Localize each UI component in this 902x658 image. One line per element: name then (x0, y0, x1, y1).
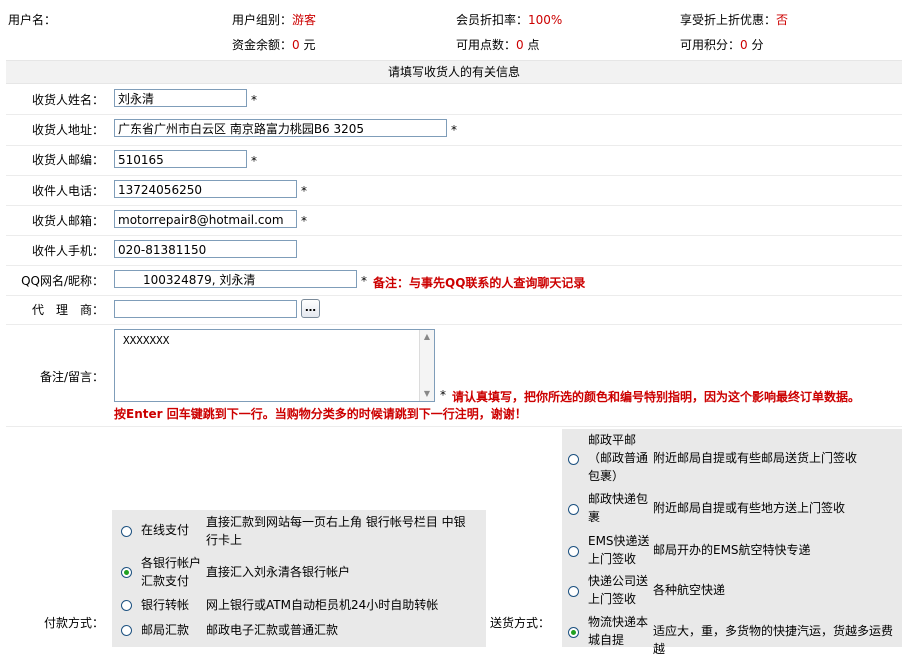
score-value: 0 (740, 38, 748, 52)
receiver-zip-input[interactable]: 510165 (114, 150, 247, 168)
row-divider (6, 265, 902, 266)
scroll-down-icon[interactable]: ▼ (420, 387, 434, 401)
required-mark: * (251, 154, 257, 168)
shipping-radio-courier[interactable] (568, 586, 579, 597)
payment-option-desc: 直接汇款到网站每一页右上角 银行帐号栏目 中银行卡上 (206, 515, 466, 547)
payment-option-desc: 网上银行或ATM自动柜员机24小时自助转帐 (206, 598, 439, 612)
user-group-label: 用户组别： (232, 13, 293, 27)
points-unit: 点 (527, 38, 540, 52)
agent-picker-button[interactable]: … (301, 299, 320, 318)
receiver-zip-label: 收货人邮编： (31, 153, 104, 167)
points-label: 可用点数： (456, 38, 517, 52)
points-value: 0 (516, 38, 524, 52)
shipping-option-label: 物流快递本城自提 (588, 615, 649, 647)
payment-option-label: 邮局汇款 (141, 623, 190, 637)
shipping-option-desc: 附近邮局自提或有些邮局送货上门签收 (653, 451, 858, 465)
receiver-name-input[interactable]: 刘永清 (114, 89, 247, 107)
agent-input[interactable] (114, 300, 297, 318)
payment-option-desc: 直接汇入刘永清各银行帐户 (206, 565, 351, 579)
balance: 资金余额：0 元 (232, 36, 316, 53)
required-mark: * (301, 184, 307, 198)
payment-radio-transfer[interactable] (121, 600, 132, 611)
score-label: 可用积分： (680, 38, 741, 52)
shipping-radio-logistics[interactable] (568, 627, 579, 638)
account-summary: 用户名： 用户组别：游客 会员折扣率：100% 享受折上折优惠：否 资金余额：0… (0, 0, 902, 60)
row-divider (6, 114, 902, 115)
user-group-value: 游客 (292, 13, 317, 27)
payment-radio-online[interactable] (121, 526, 132, 537)
shipping-radio-postal-express[interactable] (568, 504, 579, 515)
remark-label: 备注/留言： (39, 370, 104, 384)
balance-label: 资金余额： (232, 38, 293, 52)
receiver-phone-label: 收件人电话： (31, 184, 104, 198)
remark-enter-hint: 按Enter 回车键跳到下一行。当购物分类多的时候请跳到下一行注明，谢谢！ (114, 407, 527, 421)
payment-label: 付款方式： (43, 616, 104, 630)
payment-radio-postal[interactable] (121, 625, 132, 636)
remark-scrollbar[interactable]: ▲ ▼ (419, 330, 434, 401)
receiver-email-label: 收货人邮箱： (31, 214, 104, 228)
payment-option-label: 银行转帐 (141, 598, 190, 612)
username-label: 用户名： (8, 13, 57, 27)
payment-radio-bank-account[interactable] (121, 567, 132, 578)
required-mark: * (251, 93, 257, 107)
extra-discount-label: 享受折上折优惠： (680, 13, 777, 27)
extra-discount-value: 否 (776, 13, 789, 27)
required-mark: * (440, 388, 446, 402)
balance-unit: 元 (303, 38, 316, 52)
shipping-option-desc: 适应大，重，多货物的快捷汽运，货越多运费越 (653, 624, 894, 656)
receiver-mobile-label: 收件人手机： (31, 244, 104, 258)
payment-option-desc: 邮政电子汇款或普通汇款 (206, 623, 339, 637)
user-group: 用户组别：游客 (232, 11, 316, 28)
row-divider (6, 145, 902, 146)
extra-discount: 享受折上折优惠：否 (680, 11, 788, 28)
shipping-option-label: 邮政快递包裹 (588, 492, 649, 524)
payment-option-label: 在线支付 (141, 523, 190, 537)
score-unit: 分 (751, 38, 764, 52)
discount-rate: 会员折扣率：100% (456, 11, 562, 28)
shipping-option-desc: 附近邮局自提或有些地方送上门签收 (653, 501, 846, 515)
row-divider (6, 205, 902, 206)
agent-label: 代 理 商： (31, 303, 104, 317)
section-title: 请填写收货人的有关信息 (6, 60, 902, 84)
shipping-radio-postal-parcel[interactable] (568, 454, 579, 465)
points: 可用点数：0 点 (456, 36, 540, 53)
shipping-option-desc: 邮局开办的EMS航空特快专递 (653, 543, 811, 557)
shipping-option-label: 快递公司送上门签收 (588, 574, 649, 606)
scroll-up-icon[interactable]: ▲ (420, 330, 434, 344)
row-divider (6, 175, 902, 176)
shipping-option-label: 邮政平邮（邮政普通包裹） (588, 433, 649, 483)
receiver-name-label: 收货人姓名： (31, 93, 104, 107)
shipping-label: 送货方式： (489, 616, 550, 630)
score: 可用积分：0 分 (680, 36, 764, 53)
row-divider (6, 426, 902, 427)
receiver-phone-input[interactable]: 13724056250 (114, 180, 297, 198)
receiver-email-input[interactable]: motorrepair8@hotmail.com (114, 210, 297, 228)
shipping-option-desc: 各种航空快递 (653, 583, 726, 597)
discount-label: 会员折扣率： (456, 13, 529, 27)
receiver-address-label: 收货人地址： (31, 123, 104, 137)
qq-nickname-label: QQ网名/昵称： (21, 274, 104, 288)
receiver-mobile-input[interactable]: 020-81381150 (114, 240, 297, 258)
receiver-address-input[interactable]: 广东省广州市白云区 南京路富力桃园B6 3205 (114, 119, 447, 137)
qq-nickname-input[interactable]: 100324879, 刘永清 (114, 270, 357, 288)
required-mark: * (301, 214, 307, 228)
row-divider (6, 235, 902, 236)
required-mark: * (361, 274, 367, 288)
row-divider (6, 324, 902, 325)
qq-note: 备注：与事先QQ联系的人查询聊天记录 (373, 276, 586, 290)
discount-value: 100% (528, 13, 563, 27)
required-mark: * (451, 123, 457, 137)
remark-text: XXXXXXX (123, 334, 170, 347)
shipping-option-label: EMS快递送上门签收 (588, 534, 650, 566)
shipping-radio-ems[interactable] (568, 546, 579, 557)
remark-textarea[interactable]: XXXXXXX ▲ ▼ (114, 329, 435, 402)
remark-note: 请认真填写，把你所选的颜色和编号特别指明，因为这个影响最终订单数据。 (452, 390, 861, 404)
payment-option-label: 各银行帐户汇款支付 (141, 556, 202, 588)
balance-value: 0 (292, 38, 300, 52)
row-divider (6, 295, 902, 296)
